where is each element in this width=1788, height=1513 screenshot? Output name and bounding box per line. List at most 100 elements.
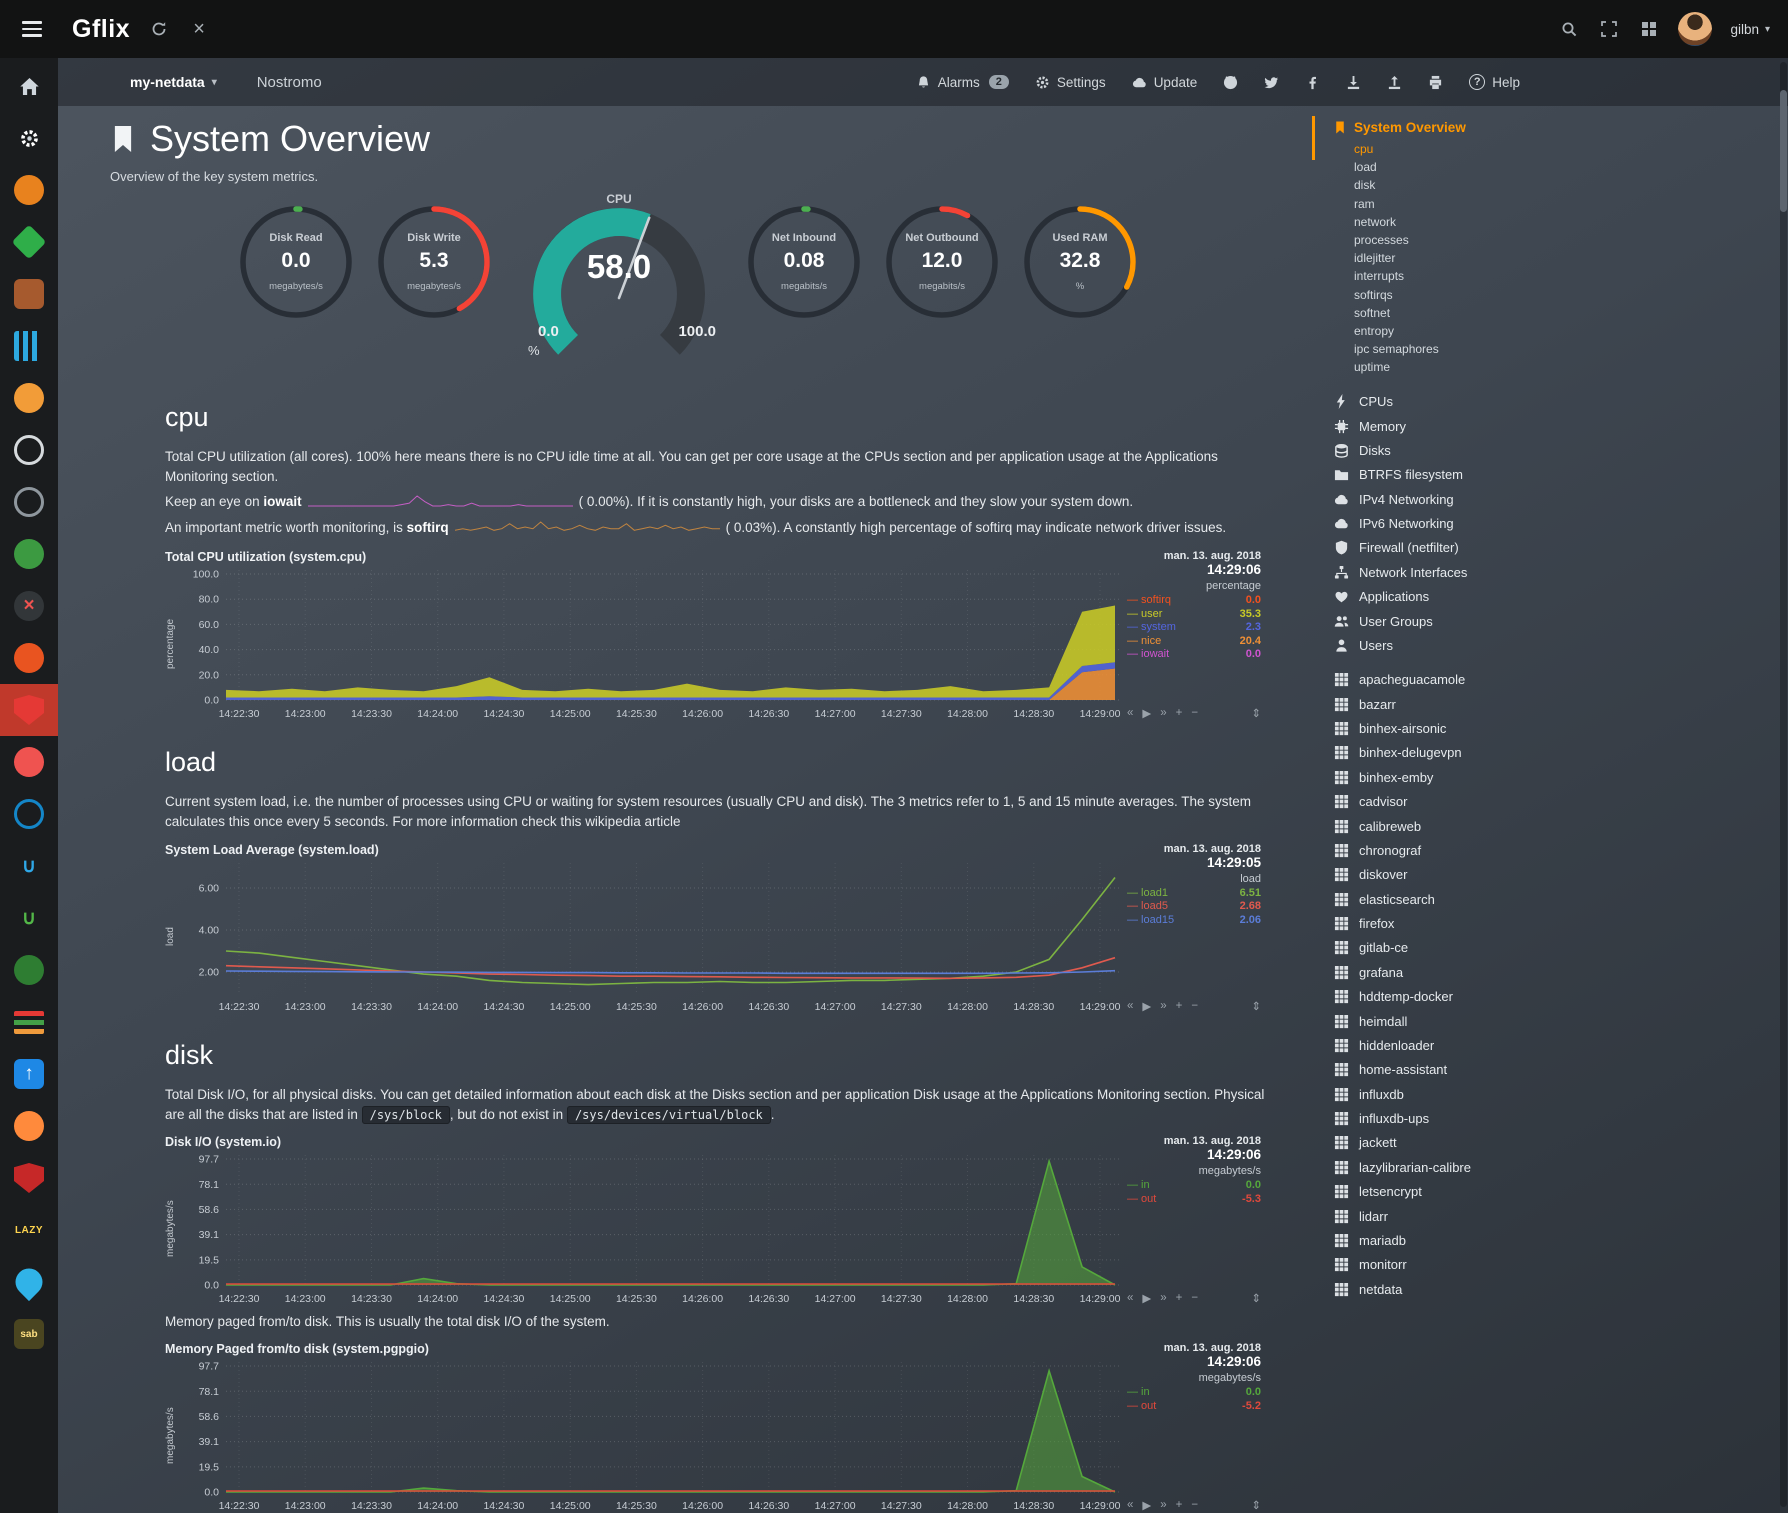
gauge-disk-write[interactable]: Disk Write5.3megabytes/s	[376, 204, 492, 356]
play-icon[interactable]: ▶	[1142, 1291, 1151, 1305]
server-dropdown[interactable]: my-netdata ▾	[130, 74, 217, 90]
nav-container-elasticsearch[interactable]: elasticsearch	[1334, 887, 1788, 911]
scrollbar-thumb[interactable]	[1780, 90, 1787, 212]
resize-handle-icon[interactable]: ⇕	[1251, 1291, 1261, 1305]
zoom-in-icon[interactable]: +	[1176, 1292, 1183, 1304]
facebook-icon[interactable]	[1305, 75, 1320, 90]
nav-section-users[interactable]: Users	[1334, 633, 1788, 657]
nav-container-gitlab-ce[interactable]: gitlab-ce	[1334, 936, 1788, 960]
zoom-out-icon[interactable]: −	[1191, 1499, 1198, 1511]
sidebar-home[interactable]	[0, 60, 58, 112]
nav-container-cadvisor[interactable]: cadvisor	[1334, 789, 1788, 813]
nav-container-diskover[interactable]: diskover	[1334, 863, 1788, 887]
avatar[interactable]	[1678, 12, 1712, 46]
nav-section-applications[interactable]: Applications	[1334, 584, 1788, 608]
pan-forward-icon[interactable]: »	[1160, 707, 1166, 719]
nav-sub-entropy[interactable]: entropy	[1334, 322, 1788, 340]
zoom-out-icon[interactable]: −	[1191, 707, 1198, 719]
zoom-in-icon[interactable]: +	[1176, 1499, 1183, 1511]
chart-plot[interactable]: 14:22:3014:23:0014:23:3014:24:0014:24:30…	[180, 566, 1121, 721]
search-icon[interactable]	[1558, 18, 1580, 40]
legend-item-softirq[interactable]: — softirq0.0	[1127, 594, 1261, 608]
play-icon[interactable]: ▶	[1142, 706, 1151, 720]
close-icon[interactable]: ×	[188, 18, 210, 40]
twitter-icon[interactable]	[1264, 75, 1279, 90]
sidebar-app-blue-u[interactable]: ∪	[0, 840, 58, 892]
nav-container-bazarr[interactable]: bazarr	[1334, 692, 1788, 716]
import-icon[interactable]	[1346, 75, 1361, 90]
nav-container-home-assistant[interactable]: home-assistant	[1334, 1058, 1788, 1082]
sidebar-app-light-ring[interactable]	[0, 424, 58, 476]
nav-system-overview[interactable]: System Overview	[1334, 120, 1788, 135]
legend-item-user[interactable]: — user35.3	[1127, 608, 1261, 622]
nav-container-firefox[interactable]: firefox	[1334, 911, 1788, 935]
sidebar-app-ubuntu[interactable]	[0, 632, 58, 684]
nav-container-mariadb[interactable]: mariadb	[1334, 1228, 1788, 1252]
nav-sub-cpu[interactable]: cpu	[1334, 140, 1788, 158]
nav-sub-ipc-semaphores[interactable]: ipc semaphores	[1334, 340, 1788, 358]
nav-container-apacheguacamole[interactable]: apacheguacamole	[1334, 668, 1788, 692]
menu-icon[interactable]	[18, 17, 46, 41]
nav-container-letsencrypt[interactable]: letsencrypt	[1334, 1179, 1788, 1203]
nav-sub-uptime[interactable]: uptime	[1334, 358, 1788, 376]
legend-item-system[interactable]: — system2.3	[1127, 621, 1261, 635]
legend-item-load5[interactable]: — load52.68	[1127, 900, 1261, 914]
play-icon[interactable]: ▶	[1142, 1498, 1151, 1512]
legend-item-load15[interactable]: — load152.06	[1127, 914, 1261, 928]
sidebar-app-firefox[interactable]	[0, 1100, 58, 1152]
refresh-icon[interactable]	[148, 18, 170, 40]
wikipedia-link[interactable]: wikipedia article	[585, 814, 680, 829]
settings-button[interactable]: Settings	[1035, 75, 1106, 90]
sidebar-app-orange-disc[interactable]	[0, 164, 58, 216]
pan-backward-icon[interactable]: «	[1127, 1000, 1133, 1012]
chart-plot[interactable]: 14:22:3014:23:0014:23:3014:24:0014:24:30…	[180, 1151, 1121, 1306]
legend-item-in[interactable]: — in0.0	[1127, 1179, 1261, 1193]
nav-container-grafana[interactable]: grafana	[1334, 960, 1788, 984]
resize-handle-icon[interactable]: ⇕	[1251, 706, 1261, 720]
chart-system-pgpgio[interactable]: Memory Paged from/to disk (system.pgpgio…	[165, 1342, 1261, 1513]
fullscreen-icon[interactable]	[1598, 18, 1620, 40]
legend-item-iowait[interactable]: — iowait0.0	[1127, 648, 1261, 662]
nav-section-ipv4-networking[interactable]: IPv4 Networking	[1334, 487, 1788, 511]
sidebar-app-dark-ring[interactable]	[0, 476, 58, 528]
gauge-cpu[interactable]: CPU58.00.0100.0%	[514, 192, 724, 362]
sidebar-app-red-cross[interactable]: ×	[0, 580, 58, 632]
nav-container-lazylibrarian-calibre[interactable]: lazylibrarian-calibre	[1334, 1155, 1788, 1179]
nav-sub-softirqs[interactable]: softirqs	[1334, 286, 1788, 304]
nav-sub-idlejitter[interactable]: idlejitter	[1334, 249, 1788, 267]
sidebar-app-red-shield-2[interactable]	[0, 1152, 58, 1204]
nav-container-influxdb[interactable]: influxdb	[1334, 1082, 1788, 1106]
nav-section-btrfs-filesystem[interactable]: BTRFS filesystem	[1334, 463, 1788, 487]
nav-section-network-interfaces[interactable]: Network Interfaces	[1334, 560, 1788, 584]
sidebar-app-crates[interactable]	[0, 268, 58, 320]
sidebar-app-lazylibrarian[interactable]: LAZY	[0, 1204, 58, 1256]
play-icon[interactable]: ▶	[1142, 999, 1151, 1013]
sidebar-app-deepgreen-disc[interactable]	[0, 944, 58, 996]
sidebar-app-green-disc[interactable]	[0, 528, 58, 580]
zoom-in-icon[interactable]: +	[1176, 1000, 1183, 1012]
nav-section-memory[interactable]: Memory	[1334, 414, 1788, 438]
legend-item-out[interactable]: — out-5.2	[1127, 1400, 1261, 1414]
zoom-in-icon[interactable]: +	[1176, 707, 1183, 719]
pan-forward-icon[interactable]: »	[1160, 1000, 1166, 1012]
gauge-net-inbound[interactable]: Net Inbound0.08megabits/s	[746, 204, 862, 356]
gauge-net-outbound[interactable]: Net Outbound12.0megabits/s	[884, 204, 1000, 356]
nav-sub-ram[interactable]: ram	[1334, 195, 1788, 213]
gauge-disk-read[interactable]: Disk Read0.0megabytes/s	[238, 204, 354, 356]
sidebar-app-red-cluster[interactable]	[0, 736, 58, 788]
sidebar-app-green-u[interactable]: ∪	[0, 892, 58, 944]
resize-handle-icon[interactable]: ⇕	[1251, 1498, 1261, 1512]
nav-sub-disk[interactable]: disk	[1334, 176, 1788, 194]
pan-backward-icon[interactable]: «	[1127, 1499, 1133, 1511]
github-icon[interactable]	[1223, 75, 1238, 90]
nav-section-cpus[interactable]: CPUs	[1334, 389, 1788, 413]
print-icon[interactable]	[1428, 75, 1443, 90]
help-button[interactable]: ? Help	[1469, 74, 1520, 90]
nav-container-hiddenloader[interactable]: hiddenloader	[1334, 1033, 1788, 1057]
sidebar-app-red-shield[interactable]	[0, 684, 58, 736]
zoom-out-icon[interactable]: −	[1191, 1292, 1198, 1304]
nav-container-monitorr[interactable]: monitorr	[1334, 1253, 1788, 1277]
nav-section-firewall-netfilter-[interactable]: Firewall (netfilter)	[1334, 536, 1788, 560]
sidebar-app-green-diamond[interactable]	[0, 216, 58, 268]
nav-container-influxdb-ups[interactable]: influxdb-ups	[1334, 1106, 1788, 1130]
